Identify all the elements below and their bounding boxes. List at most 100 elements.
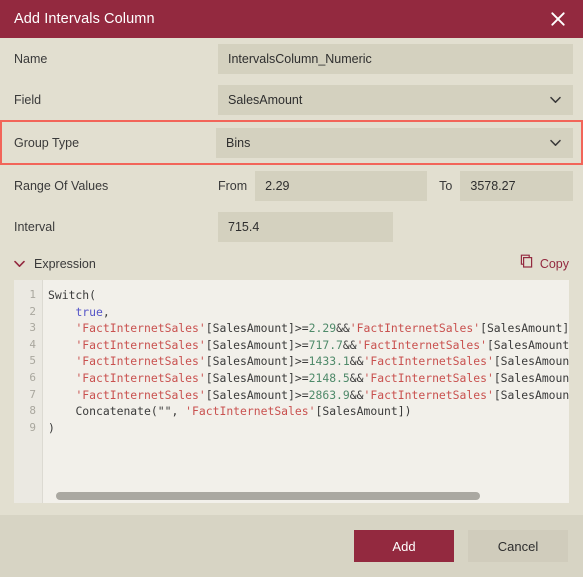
expression-label: Expression (34, 256, 96, 271)
code-token: [SalesAmount]< (486, 337, 569, 352)
code-token: 717.7 (308, 337, 343, 352)
code-token: Switch( (48, 288, 97, 302)
cancel-button[interactable]: Cancel (468, 530, 568, 562)
code-token: 'FactInternetSales' (185, 404, 316, 419)
editor-line-number: 1 (29, 288, 36, 301)
name-input[interactable]: IntervalsColumn_Numeric (218, 43, 573, 74)
copy-label: Copy (539, 256, 569, 271)
field-select[interactable]: SalesAmount (218, 84, 573, 115)
editor-code-line: 'FactInternetSales'[SalesAmount]>=717.7&… (43, 337, 569, 354)
dialog-footer: Add Cancel (0, 515, 583, 577)
interval-input[interactable]: 715.4 (218, 211, 393, 242)
code-token: [SalesAmount]< (480, 321, 569, 336)
editor-line-number: 8 (29, 404, 36, 418)
editor-line-number: 5 (29, 354, 36, 368)
code-token: [SalesAmount]< (493, 370, 569, 385)
group-type-label: Group Type (14, 135, 80, 150)
chevron-down-icon (550, 96, 563, 104)
editor-code-line: Switch( (43, 287, 569, 304)
editor-code-area[interactable]: Switch( true, 'FactInternetSales'[SalesA… (43, 280, 569, 503)
dialog-title: Add Intervals Column (14, 11, 155, 27)
dialog-titlebar: Add Intervals Column (0, 0, 583, 38)
editor-line-number: 2 (29, 304, 36, 318)
editor-line-number: 4 (29, 337, 36, 351)
editor-code-line: ) (43, 420, 569, 437)
code-token: [SalesAmount]) (315, 404, 412, 419)
editor-code-line: 'FactInternetSales'[SalesAmount]>=2.29&&… (43, 320, 569, 337)
editor-line-number: 7 (29, 387, 36, 401)
editor-horizontal-scrollbar[interactable] (44, 490, 569, 501)
code-token: [SalesAmount]>= (205, 321, 309, 336)
dialog-body: Name IntervalsColumn_Numeric Field Sales… (0, 38, 583, 515)
code-token: [SalesAmount]>= (205, 387, 309, 402)
expression-header: Expression Copy (0, 247, 583, 280)
code-token: , (102, 304, 110, 319)
editor-code-line: 'FactInternetSales'[SalesAmount]>=1433.1… (43, 353, 569, 370)
field-select-value: SalesAmount (228, 92, 303, 107)
editor-code-line: true, (43, 304, 569, 321)
chevron-down-icon (550, 139, 563, 147)
editor-line-number: 6 (29, 370, 36, 384)
range-to-label: To (439, 178, 453, 193)
code-token: true (75, 304, 103, 319)
editor-code-line: 'FactInternetSales'[SalesAmount]>=2148.5… (43, 370, 569, 387)
code-token: , (171, 404, 186, 419)
interval-label: Interval (14, 219, 55, 234)
code-token: 'FactInternetSales' (75, 387, 206, 402)
code-token: 'FactInternetSales' (363, 370, 494, 385)
code-token: 2.29 (308, 321, 337, 336)
code-token: Concatenate( (75, 404, 158, 419)
editor-code-line: 'FactInternetSales'[SalesAmount]>=2863.9… (43, 387, 569, 404)
add-intervals-column-dialog: Add Intervals Column Name IntervalsColum… (0, 0, 583, 577)
add-button[interactable]: Add (354, 530, 454, 562)
field-label: Field (14, 92, 42, 107)
code-token: && (336, 321, 350, 336)
range-of-values-label: Range Of Values (14, 178, 109, 193)
form-row-range-of-values: Range Of Values From 2.29 To 3578.27 (0, 165, 583, 206)
code-token: 'FactInternetSales' (349, 321, 481, 336)
code-token: && (342, 337, 357, 352)
copy-button[interactable]: Copy (520, 254, 569, 273)
code-token: [SalesAmount]< (493, 354, 569, 369)
code-token: 2148.5 (308, 370, 350, 385)
code-token: ) (48, 420, 55, 435)
range-from-label: From (218, 178, 248, 193)
expression-toggle[interactable]: Expression (14, 257, 96, 271)
code-token: 'FactInternetSales' (75, 354, 206, 369)
form-row-group-type: Group Type Bins (0, 120, 583, 165)
editor-line-number: 9 (29, 420, 36, 434)
code-token: 'FactInternetSales' (75, 370, 206, 385)
form-row-name: Name IntervalsColumn_Numeric (0, 38, 583, 79)
name-label: Name (14, 51, 48, 66)
code-token: [SalesAmount]>= (205, 337, 309, 352)
group-type-select[interactable]: Bins (216, 127, 573, 158)
code-token: && (349, 387, 364, 402)
editor-gutter: 1 2 3 4 5 6 7 8 9 (14, 280, 43, 503)
code-token: 'FactInternetSales' (75, 337, 206, 352)
code-token: 'FactInternetSales' (363, 354, 494, 369)
close-icon[interactable] (545, 6, 571, 32)
expression-editor: 1 2 3 4 5 6 7 8 9 Switch( true, 'FactInternetSal… (14, 280, 569, 503)
form-row-interval: Interval 715.4 (0, 206, 583, 247)
code-token: [SalesAmount]>= (205, 354, 309, 369)
code-token: [SalesAmount]>= (205, 370, 309, 385)
range-to-input[interactable]: 3578.27 (460, 170, 573, 201)
range-from-input[interactable]: 2.29 (255, 170, 428, 201)
code-token: && (349, 370, 364, 385)
code-token: 2863.9 (308, 387, 350, 402)
editor-line-number: 3 (29, 321, 36, 335)
code-token: 'FactInternetSales' (75, 321, 206, 336)
code-token: 'FactInternetSales' (363, 387, 494, 402)
chevron-down-icon (14, 260, 25, 268)
editor-code-line: Concatenate("", 'FactInternetSales'[Sale… (43, 403, 569, 420)
group-type-select-value: Bins (226, 135, 251, 150)
code-token: [SalesAmount]<= (493, 387, 569, 402)
code-token: && (349, 354, 364, 369)
editor-scrollbar-thumb[interactable] (56, 492, 480, 500)
